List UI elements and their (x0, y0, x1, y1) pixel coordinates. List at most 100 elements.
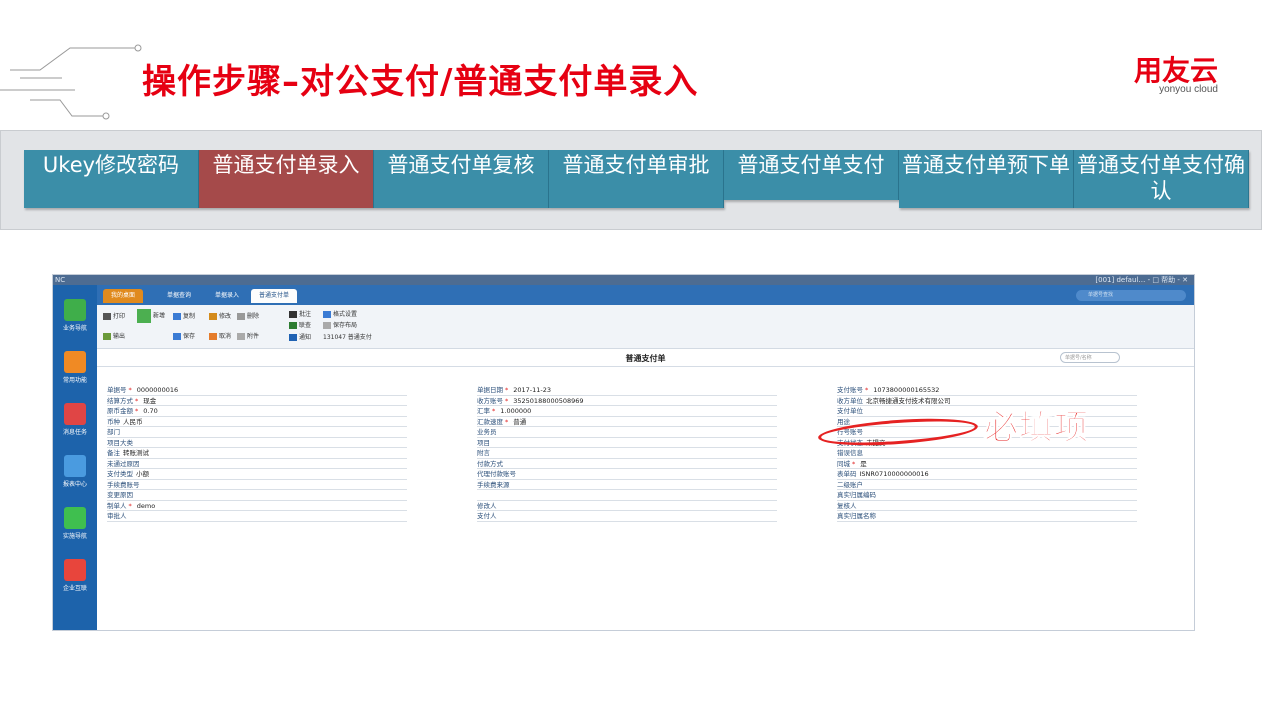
field-value[interactable]: demo (137, 502, 155, 510)
form-field[interactable]: 备注 转账测试 (107, 448, 407, 459)
field-label: 支付人 (477, 512, 497, 520)
form-field[interactable]: 复核人 (837, 501, 1137, 511)
field-label: 业务员 (477, 428, 497, 436)
app-search-input[interactable]: 单据号查找 (1076, 290, 1186, 301)
form-field[interactable]: 附言 (477, 448, 777, 459)
step-approve[interactable]: 普通支付单审批 (549, 150, 724, 208)
form-field[interactable] (477, 490, 777, 501)
required-marker: * (852, 459, 856, 468)
form-field[interactable]: 二级账户 (837, 480, 1137, 490)
grid-icon (64, 299, 86, 321)
tab-home[interactable]: 我的桌面 (103, 289, 144, 303)
form-field[interactable]: 项目 (477, 438, 777, 448)
field-label: 代理付款账号 (477, 470, 516, 478)
form-field[interactable]: 表单码 ISNR0710000000016 (837, 469, 1137, 480)
field-label: 项目 (477, 438, 490, 447)
export-icon (103, 333, 111, 340)
step-entry[interactable]: 普通支付单录入 (199, 150, 374, 208)
field-value[interactable]: 普通 (513, 418, 526, 426)
field-label: 支付账号 (837, 386, 863, 394)
form-field[interactable]: 单据号 * 0000000016 (107, 385, 407, 396)
field-value[interactable]: 现金 (143, 397, 156, 405)
field-label: 手续费账号 (107, 480, 140, 489)
delete-button[interactable]: 删除 (237, 311, 259, 320)
field-value[interactable]: 小额 (136, 470, 149, 478)
sidebar-item-reports[interactable]: 报表中心 (58, 455, 92, 488)
field-value[interactable]: 0000000016 (137, 386, 178, 394)
required-marker: * (865, 386, 869, 394)
form-field[interactable]: 币种 人民币 (107, 417, 407, 427)
form-field[interactable]: 错误信息 (837, 448, 1137, 459)
note-button[interactable]: 批注 (289, 309, 311, 318)
field-value[interactable]: 0.70 (143, 407, 157, 415)
step-ukey[interactable]: Ukey修改密码 (24, 150, 199, 208)
field-value[interactable]: 1.000000 (500, 407, 531, 415)
field-value[interactable]: 是 (860, 460, 867, 468)
link-button[interactable]: 联查 (289, 320, 311, 329)
form-field[interactable]: 汇率 * 1.000000 (477, 406, 777, 417)
notice-button[interactable]: 通知 (289, 332, 311, 341)
form-field[interactable]: 业务员 (477, 427, 777, 438)
field-value[interactable]: ISNR0710000000016 (860, 470, 929, 478)
step-preorder[interactable]: 普通支付单预下单 (899, 150, 1074, 208)
form-field[interactable]: 审批人 (107, 511, 407, 522)
form-field[interactable]: 付款方式 (477, 459, 777, 469)
field-value[interactable]: 35250188000508969 (513, 397, 583, 405)
print-button[interactable]: 打印 (103, 311, 125, 320)
tab-bill-entry[interactable]: 单据录入 (207, 289, 247, 303)
output-button[interactable]: 输出 (103, 331, 125, 340)
form-field[interactable]: 未通过原因 (107, 459, 407, 469)
form-field[interactable]: 手续费账号 (107, 480, 407, 490)
form-search-input[interactable]: 单据号/名称 (1060, 352, 1120, 363)
app-screenshot: NC [001] defaul… - □ 帮助 - ✕ 业务导航 常用功能 消息… (52, 274, 1195, 631)
field-value[interactable]: 北京畅捷通支付技术有限公司 (866, 397, 951, 405)
form-field[interactable]: 手续费来源 (477, 480, 777, 490)
form-field[interactable]: 真实归属名称 (837, 511, 1137, 522)
form-field[interactable]: 单据日期 * 2017-11-23 (477, 385, 777, 396)
form-field[interactable]: 结算方式 * 现金 (107, 396, 407, 406)
bill-type-select[interactable]: 131047 普通支付 (323, 332, 372, 341)
sidebar-item-messages[interactable]: 消息任务 (58, 403, 92, 436)
form-field[interactable]: 原币金额 * 0.70 (107, 406, 407, 417)
save-button[interactable]: 保存 (173, 331, 195, 340)
app-window-controls[interactable]: [001] defaul… - □ 帮助 - ✕ (1095, 275, 1188, 285)
note-icon (289, 311, 297, 318)
step-pay[interactable]: 普通支付单支付 (724, 150, 899, 200)
step-review[interactable]: 普通支付单复核 (374, 150, 549, 208)
sidebar-item-nav[interactable]: 业务导航 (58, 299, 92, 332)
field-value[interactable]: 2017-11-23 (513, 386, 551, 394)
form-field[interactable]: 收方账号 * 35250188000508969 (477, 396, 777, 406)
step-confirm[interactable]: 普通支付单支付确认 (1074, 150, 1249, 208)
edit-button[interactable]: 修改 (209, 311, 231, 320)
form-field[interactable]: 制单人 * demo (107, 501, 407, 511)
form-field[interactable]: 部门 (107, 427, 407, 438)
new-button[interactable]: 新增 (137, 309, 165, 323)
field-label: 真实归属名称 (837, 512, 876, 520)
cancel-button[interactable]: 取消 (209, 331, 231, 340)
sidebar-item-favorites[interactable]: 常用功能 (58, 351, 92, 384)
attach-button[interactable]: 附件 (237, 331, 259, 340)
save-layout-button[interactable]: 保存布局 (323, 320, 357, 329)
form-field[interactable]: 支付人 (477, 511, 777, 522)
form-field[interactable]: 同城 * 是 (837, 459, 1137, 469)
field-label: 付款方式 (477, 459, 503, 468)
format-button[interactable]: 格式设置 (323, 309, 357, 318)
sidebar-item-implement[interactable]: 实施导航 (58, 507, 92, 540)
sidebar-item-enterprise[interactable]: 企业互联 (58, 559, 92, 592)
form-field[interactable]: 变更原因 (107, 490, 407, 501)
form-field[interactable]: 项目大类 (107, 438, 407, 448)
copy-button[interactable]: 复制 (173, 311, 195, 320)
field-value[interactable]: 转账测试 (123, 449, 149, 457)
field-value[interactable]: 人民币 (123, 418, 143, 426)
form-field[interactable]: 汇款速度 * 普通 (477, 417, 777, 427)
form-field[interactable]: 代理付款账号 (477, 469, 777, 480)
tab-payment-bill[interactable]: 普通支付单 (251, 289, 298, 303)
form-field[interactable]: 真实归属编码 (837, 490, 1137, 501)
form-field[interactable]: 支付类型 小额 (107, 469, 407, 480)
form-field[interactable]: 修改人 (477, 501, 777, 511)
app-sidebar: 业务导航 常用功能 消息任务 报表中心 实施导航 企业互联 (53, 285, 97, 630)
tab-bill-query[interactable]: 单据查询 (159, 289, 199, 303)
report-icon (64, 455, 86, 477)
form-field[interactable]: 支付账号 * 1073800000165532 (837, 385, 1137, 396)
field-value[interactable]: 1073800000165532 (873, 386, 939, 394)
